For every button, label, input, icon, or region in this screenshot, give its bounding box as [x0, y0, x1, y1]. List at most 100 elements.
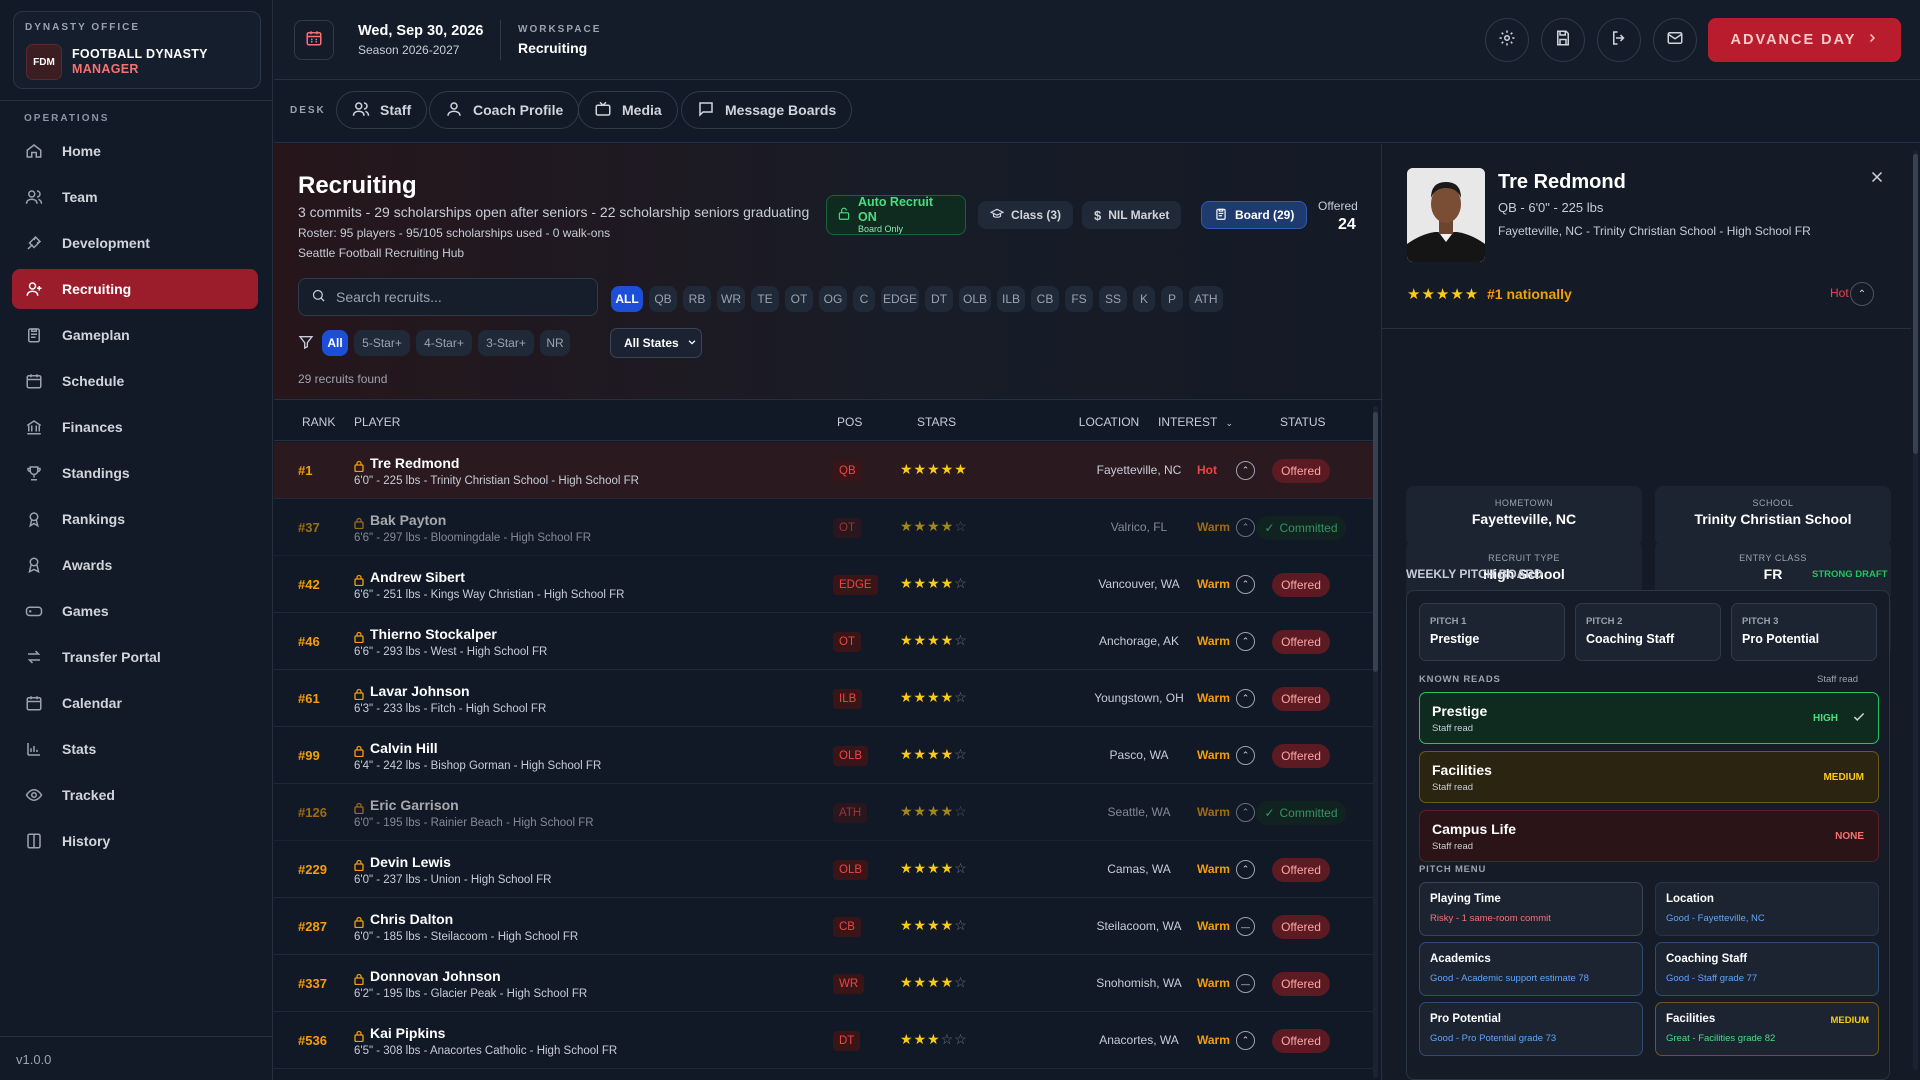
sidebar-item-awards[interactable]: Awards — [12, 545, 258, 585]
read-facilities[interactable]: Facilities Staff read MEDIUM — [1419, 751, 1879, 803]
recruit-name[interactable]: Lavar Johnson — [370, 683, 470, 699]
search-box[interactable] — [298, 278, 598, 316]
position-chip-p[interactable]: P — [1161, 286, 1183, 312]
star-filter-4-star-plus[interactable]: 4-Star+ — [416, 330, 472, 356]
calendar-button[interactable] — [294, 20, 334, 60]
pitch-option-academics[interactable]: Academics Good - Academic support estimat… — [1419, 942, 1643, 996]
pitch-option-coaching-staff[interactable]: Coaching Staff Good - Staff grade 77 — [1655, 942, 1879, 996]
save-button[interactable] — [1541, 18, 1585, 62]
position-chip-edge[interactable]: EDGE — [881, 286, 919, 312]
exit-button[interactable] — [1597, 18, 1641, 62]
position-chip-ot[interactable]: OT — [785, 286, 813, 312]
recruit-name[interactable]: Andrew Sibert — [370, 569, 465, 585]
nil-market-button[interactable]: $ NIL Market — [1082, 201, 1182, 229]
recruit-name[interactable]: Kai Pipkins — [370, 1025, 445, 1041]
sidebar-item-team[interactable]: Team — [12, 177, 258, 217]
position-chip-rb[interactable]: RB — [683, 286, 711, 312]
interest-trend-button[interactable]: ⌃ — [1236, 803, 1255, 822]
table-row[interactable]: #46 Thierno Stockalper 6'6" - 293 lbs - We… — [274, 613, 1374, 670]
table-row[interactable]: #126 Eric Garrison 6'0" - 195 lbs - Rainie… — [274, 784, 1374, 841]
scrollbar-thumb[interactable] — [1913, 154, 1918, 454]
recruit-name[interactable]: Thierno Stockalper — [370, 626, 497, 642]
pitch-option-facilities[interactable]: Facilities Great - Facilities grade 82 MED… — [1655, 1002, 1879, 1056]
state-filter-select[interactable]: All States — [610, 328, 702, 358]
star-filter-3-star-plus[interactable]: 3-Star+ — [478, 330, 534, 356]
table-row[interactable]: #37 Bak Payton 6'6" - 297 lbs - Bloomingda… — [274, 499, 1374, 556]
star-filter-all[interactable]: All — [322, 330, 348, 356]
brand-card[interactable]: DYNASTY OFFICE FDM FOOTBALL DYNASTY MANA… — [13, 11, 261, 89]
pitch-slot-3[interactable]: PITCH 3 Pro Potential — [1731, 603, 1877, 661]
interest-trend-button[interactable]: ⌃ — [1850, 282, 1874, 306]
pitch-slot-1[interactable]: PITCH 1 Prestige — [1419, 603, 1565, 661]
position-chip-ilb[interactable]: ILB — [997, 286, 1025, 312]
table-row[interactable]: #229 Devin Lewis 6'0" - 237 lbs - Union - … — [274, 841, 1374, 898]
table-row[interactable]: #99 Calvin Hill 6'4" - 242 lbs - Bishop Go… — [274, 727, 1374, 784]
star-filter-5-star-plus[interactable]: 5-Star+ — [354, 330, 410, 356]
col-pos[interactable]: POS — [837, 415, 862, 429]
col-status[interactable]: STATUS — [1280, 415, 1326, 429]
col-stars[interactable]: STARS — [917, 415, 956, 429]
sidebar-item-calendar[interactable]: Calendar — [12, 683, 258, 723]
interest-trend-button[interactable]: ⌃ — [1236, 1031, 1255, 1050]
table-row[interactable]: #42 Andrew Sibert 6'6" - 251 lbs - Kings W… — [274, 556, 1374, 613]
interest-trend-button[interactable]: ⌃ — [1236, 575, 1255, 594]
advance-day-button[interactable]: ADVANCE DAY — [1708, 18, 1901, 62]
sidebar-item-standings[interactable]: Standings — [12, 453, 258, 493]
sidebar-item-schedule[interactable]: Schedule — [12, 361, 258, 401]
sidebar-item-recruiting[interactable]: Recruiting — [12, 269, 258, 309]
pitch-option-location[interactable]: Location Good - Fayetteville, NC — [1655, 882, 1879, 936]
recruit-name[interactable]: Donnovan Johnson — [370, 968, 501, 984]
desk-tab-coach-profile[interactable]: Coach Profile — [429, 91, 580, 129]
position-chip-k[interactable]: K — [1133, 286, 1155, 312]
read-campus-life[interactable]: Campus Life Staff read NONE — [1419, 810, 1879, 862]
pitch-option-playing-time[interactable]: Playing Time Risky - 1 same-room commit — [1419, 882, 1643, 936]
sidebar-item-gameplan[interactable]: Gameplan — [12, 315, 258, 355]
sidebar-item-rankings[interactable]: Rankings — [12, 499, 258, 539]
auto-recruit-toggle[interactable]: Auto Recruit ON Board Only — [826, 195, 966, 235]
recruit-name[interactable]: Eric Garrison — [370, 797, 459, 813]
col-interest[interactable]: INTEREST ⌄ — [1158, 415, 1233, 429]
sidebar-item-transfer-portal[interactable]: Transfer Portal — [12, 637, 258, 677]
position-chip-c[interactable]: C — [853, 286, 875, 312]
interest-trend-button[interactable]: ⌃ — [1236, 518, 1255, 537]
position-chip-ath[interactable]: ATH — [1189, 286, 1223, 312]
sidebar-item-development[interactable]: Development — [12, 223, 258, 263]
close-button[interactable] — [1868, 168, 1888, 188]
sidebar-item-games[interactable]: Games — [12, 591, 258, 631]
interest-trend-button[interactable]: — — [1236, 917, 1255, 936]
inbox-button[interactable] — [1653, 18, 1697, 62]
col-rank[interactable]: RANK — [302, 415, 335, 429]
position-chip-olb[interactable]: OLB — [959, 286, 991, 312]
pitch-slot-2[interactable]: PITCH 2 Coaching Staff — [1575, 603, 1721, 661]
recruit-name[interactable]: Tre Redmond — [370, 455, 459, 471]
sidebar-item-home[interactable]: Home — [12, 131, 258, 171]
position-chip-te[interactable]: TE — [751, 286, 779, 312]
table-row[interactable]: #536 Kai Pipkins 6'5" - 308 lbs - Anacorte… — [274, 1012, 1374, 1069]
interest-trend-button[interactable]: ⌃ — [1236, 461, 1255, 480]
table-scrollbar[interactable] — [1373, 406, 1378, 1078]
table-row[interactable]: #1 Tre Redmond 6'0" - 225 lbs - Trinity Ch… — [274, 442, 1374, 499]
table-row[interactable]: #61 Lavar Johnson 6'3" - 233 lbs - Fitch -… — [274, 670, 1374, 727]
settings-button[interactable] — [1485, 18, 1529, 62]
position-chip-dt[interactable]: DT — [925, 286, 953, 312]
table-row[interactable]: #337 Donnovan Johnson 6'2" - 195 lbs - Gla… — [274, 955, 1374, 1012]
recruit-name[interactable]: Calvin Hill — [370, 740, 438, 756]
sidebar-item-finances[interactable]: Finances — [12, 407, 258, 447]
sidebar-item-stats[interactable]: Stats — [12, 729, 258, 769]
recruit-name[interactable]: Chris Dalton — [370, 911, 453, 927]
board-button[interactable]: Board (29) — [1201, 201, 1308, 229]
position-chip-wr[interactable]: WR — [717, 286, 745, 312]
read-prestige[interactable]: Prestige Staff read HIGH — [1419, 692, 1879, 744]
recruit-name[interactable]: Bak Payton — [370, 512, 446, 528]
position-chip-all[interactable]: ALL — [611, 286, 643, 312]
search-input[interactable] — [336, 289, 576, 305]
interest-trend-button[interactable]: — — [1236, 974, 1255, 993]
star-filter-nr[interactable]: NR — [540, 330, 570, 356]
recruit-name[interactable]: Devin Lewis — [370, 854, 451, 870]
position-chip-fs[interactable]: FS — [1065, 286, 1093, 312]
position-chip-og[interactable]: OG — [819, 286, 847, 312]
position-chip-cb[interactable]: CB — [1031, 286, 1059, 312]
interest-trend-button[interactable]: ⌃ — [1236, 746, 1255, 765]
position-chip-ss[interactable]: SS — [1099, 286, 1127, 312]
scrollbar-thumb[interactable] — [1373, 412, 1378, 672]
